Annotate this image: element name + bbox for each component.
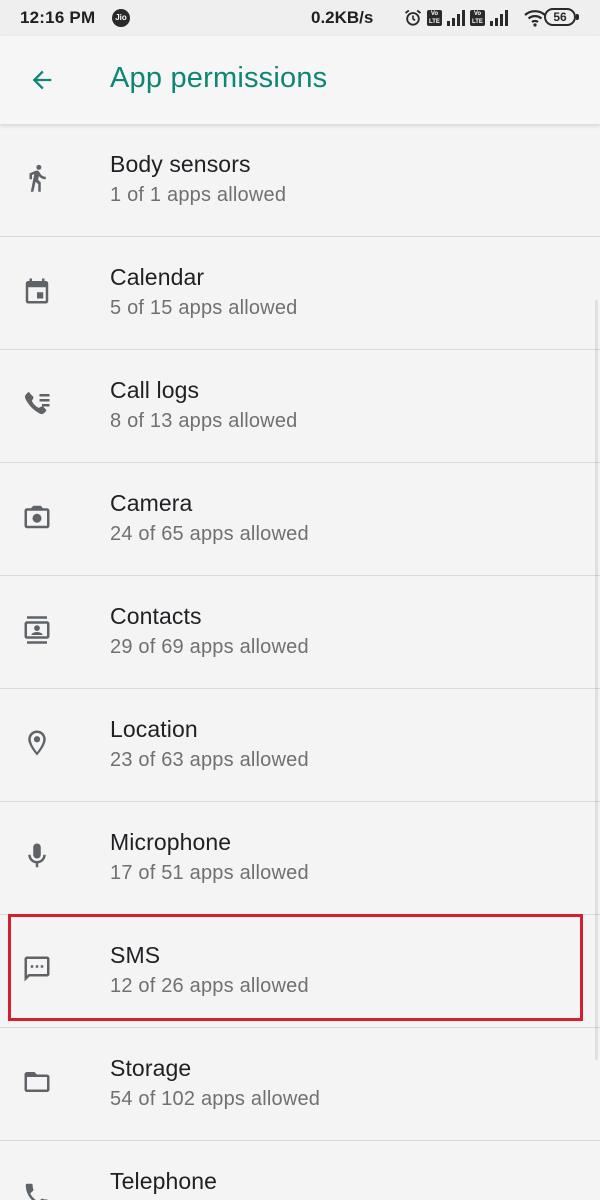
permission-title: Calendar <box>110 264 205 290</box>
signal-icon <box>446 10 466 26</box>
permission-subtitle: 54 of 102 apps allowed <box>110 1088 321 1110</box>
permission-item-contacts[interactable]: Contacts 29 of 69 apps allowed <box>0 576 600 689</box>
page-title: App permissions <box>110 62 328 94</box>
arrow-back-icon <box>28 66 56 94</box>
permission-title: Camera <box>110 490 193 516</box>
calendar-icon <box>19 273 55 309</box>
sms-icon <box>19 951 55 987</box>
body-sensors-icon <box>19 160 55 196</box>
permission-subtitle: 12 of 26 apps allowed <box>110 975 309 997</box>
permission-title: Call logs <box>110 377 200 403</box>
contacts-icon <box>19 612 55 648</box>
permission-item-sms[interactable]: SMS 12 of 26 apps allowed <box>0 915 600 1028</box>
permission-subtitle: 1 of 1 apps allowed <box>110 184 287 206</box>
permission-subtitle: 17 of 51 apps allowed <box>110 862 309 884</box>
screen: 12:16 PM Jio 0.2KB/s Vo LTE Vo LTE 56 Ap… <box>0 0 600 1200</box>
status-bar: 12:16 PM Jio 0.2KB/s Vo LTE Vo LTE 56 <box>0 0 600 36</box>
back-button[interactable] <box>20 58 64 102</box>
folder-icon <box>19 1064 55 1100</box>
battery-icon: 56 <box>544 8 579 26</box>
permissions-list: Body sensors 1 of 1 apps allowed Calenda… <box>0 124 600 1200</box>
permission-title: Contacts <box>110 603 202 629</box>
alarm-icon <box>403 8 423 28</box>
status-icons: Vo LTE Vo LTE <box>403 8 547 28</box>
permission-item-camera[interactable]: Camera 24 of 65 apps allowed <box>0 463 600 576</box>
call-logs-icon <box>19 386 55 422</box>
permission-title: SMS <box>110 942 161 968</box>
permission-item-location[interactable]: Location 23 of 63 apps allowed <box>0 689 600 802</box>
permission-title: Storage <box>110 1055 192 1081</box>
permission-item-telephone[interactable]: Telephone <box>0 1141 600 1200</box>
permission-title: Location <box>110 716 198 742</box>
permission-item-body-sensors[interactable]: Body sensors 1 of 1 apps allowed <box>0 124 600 237</box>
network-speed: 0.2KB/s <box>311 8 374 27</box>
app-bar: App permissions <box>0 36 600 124</box>
permission-item-storage[interactable]: Storage 54 of 102 apps allowed <box>0 1028 600 1141</box>
volte-icon: Vo LTE <box>427 10 442 26</box>
status-time: 12:16 PM <box>20 8 96 27</box>
permission-item-microphone[interactable]: Microphone 17 of 51 apps allowed <box>0 802 600 915</box>
microphone-icon <box>19 838 55 874</box>
permission-title: Microphone <box>110 829 232 855</box>
camera-icon <box>19 499 55 535</box>
carrier-badge-icon: Jio <box>112 9 130 27</box>
telephone-icon <box>19 1177 55 1200</box>
permission-item-call-logs[interactable]: Call logs 8 of 13 apps allowed <box>0 350 600 463</box>
permission-title: Body sensors <box>110 151 251 177</box>
permission-subtitle: 5 of 15 apps allowed <box>110 297 298 319</box>
permission-title: Telephone <box>110 1168 218 1194</box>
volte-icon: Vo LTE <box>470 10 485 26</box>
permission-item-calendar[interactable]: Calendar 5 of 15 apps allowed <box>0 237 600 350</box>
signal-icon <box>489 10 509 26</box>
scrollbar[interactable] <box>595 300 598 1060</box>
permission-subtitle: 23 of 63 apps allowed <box>110 749 309 771</box>
permission-subtitle: 24 of 65 apps allowed <box>110 523 309 545</box>
location-icon <box>19 725 55 761</box>
permission-subtitle: 8 of 13 apps allowed <box>110 410 298 432</box>
permission-subtitle: 29 of 69 apps allowed <box>110 636 309 658</box>
